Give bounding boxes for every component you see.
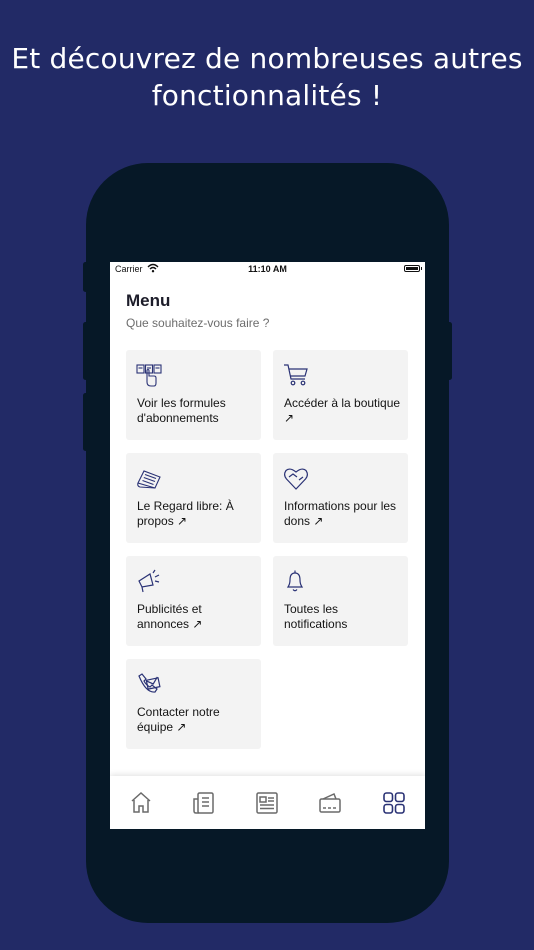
headline-line-1: Et découvrez de nombreuses autres bbox=[11, 42, 523, 75]
menu-item-label: Le Regard libre: À propos ↗ bbox=[137, 499, 234, 528]
articles-icon[interactable] bbox=[191, 790, 217, 816]
menu-item-label: Toutes les notifications bbox=[284, 602, 348, 631]
home-icon[interactable] bbox=[128, 790, 154, 816]
menu-item-label: Voir les formules d'abonnements bbox=[137, 396, 226, 425]
menu-item-contact[interactable]: Contacter notre équipe ↗ bbox=[126, 659, 261, 749]
menu-item-ads[interactable]: Publicités et annonces ↗ bbox=[126, 556, 261, 646]
clock: 11:10 AM bbox=[248, 264, 287, 274]
page-title: Menu bbox=[126, 291, 171, 310]
phone-silent-switch bbox=[83, 262, 88, 292]
menu-item-label: Informations pour les dons ↗ bbox=[284, 499, 397, 528]
newspaper-edition-icon[interactable] bbox=[254, 790, 280, 816]
menu-item-label: Publicités et annonces ↗ bbox=[137, 602, 203, 631]
megaphone-icon bbox=[138, 569, 160, 593]
wallet-card-icon[interactable] bbox=[317, 790, 343, 816]
promo-headline: Et découvrez de nombreuses autres foncti… bbox=[0, 40, 534, 114]
battery-tip bbox=[420, 267, 422, 270]
menu-item-label: Contacter notre équipe ↗ bbox=[137, 705, 220, 734]
menu-item-label: Accéder à la boutique ↗ bbox=[284, 396, 401, 425]
phone-volume-down-button bbox=[83, 393, 88, 451]
menu-item-about[interactable]: Le Regard libre: À propos ↗ bbox=[126, 453, 261, 543]
subscription-cards-icon bbox=[136, 364, 162, 387]
battery-icon bbox=[404, 265, 420, 272]
newspaper-icon bbox=[137, 470, 161, 489]
menu-item-notifications[interactable]: Toutes les notifications bbox=[273, 556, 408, 646]
phone-power-button bbox=[447, 322, 452, 380]
menu-item-subscriptions[interactable]: Voir les formules d'abonnements bbox=[126, 350, 261, 440]
shopping-cart-icon bbox=[284, 364, 308, 386]
bottom-tab-bar bbox=[110, 776, 425, 829]
phone-volume-up-button bbox=[83, 322, 88, 380]
headline-line-2: fonctionnalités ! bbox=[151, 79, 383, 112]
grid-menu-icon[interactable] bbox=[381, 790, 407, 816]
menu-item-donations[interactable]: Informations pour les dons ↗ bbox=[273, 453, 408, 543]
phone-mail-icon bbox=[138, 673, 161, 693]
bell-icon bbox=[286, 570, 304, 592]
heart-hands-icon bbox=[284, 468, 308, 490]
status-bar: Carrier 11:10 AM bbox=[110, 262, 425, 276]
page-subtitle: Que souhaitez-vous faire ? bbox=[126, 316, 270, 330]
app-screen: Carrier 11:10 AM Menu Que souhaitez-vous… bbox=[110, 262, 425, 829]
menu-item-shop[interactable]: Accéder à la boutique ↗ bbox=[273, 350, 408, 440]
